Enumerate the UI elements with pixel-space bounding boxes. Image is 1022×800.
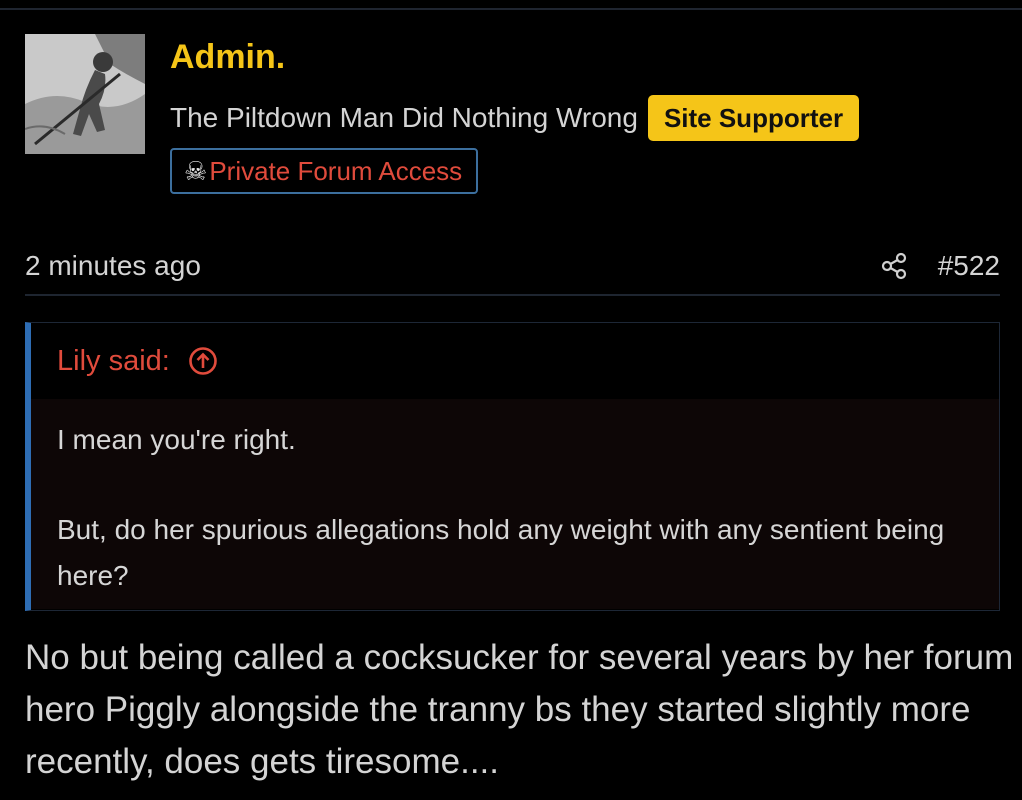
post-body-text: No but being called a cocksucker for sev… (25, 638, 1014, 781)
arrow-up-circle-icon[interactable] (188, 346, 218, 376)
quote-paragraph: I mean you're right. (57, 424, 296, 455)
share-icon[interactable] (880, 252, 908, 280)
quote-header: Lily said: (31, 323, 999, 399)
avatar-image (25, 34, 145, 154)
quote-author[interactable]: Lily said: (57, 345, 170, 378)
avatar[interactable] (25, 34, 145, 154)
post-meta-actions: #522 (880, 250, 1000, 282)
quote-paragraph: But, do her spurious allegations hold an… (57, 514, 945, 591)
user-title: The Piltdown Man Did Nothing Wrong (170, 102, 638, 133)
site-supporter-badge: Site Supporter (647, 95, 860, 141)
meta-divider (25, 294, 1000, 296)
user-title-row: The Piltdown Man Did Nothing Wrong Site … (170, 95, 860, 141)
private-forum-label: Private Forum Access (209, 155, 463, 186)
quote-content: I mean you're right. But, do her spuriou… (31, 399, 999, 609)
top-border (0, 8, 1022, 10)
post-timestamp[interactable]: 2 minutes ago (25, 250, 201, 282)
quote-block: Lily said: I mean you're right. But, do … (25, 322, 1000, 611)
skull-icon: ☠ (184, 155, 208, 186)
private-forum-badge: ☠ Private Forum Access (170, 148, 479, 194)
username[interactable]: Admin. (170, 38, 285, 77)
post-number-link[interactable]: #522 (938, 250, 1000, 282)
post-meta-row: 2 minutes ago #522 (25, 246, 1000, 286)
